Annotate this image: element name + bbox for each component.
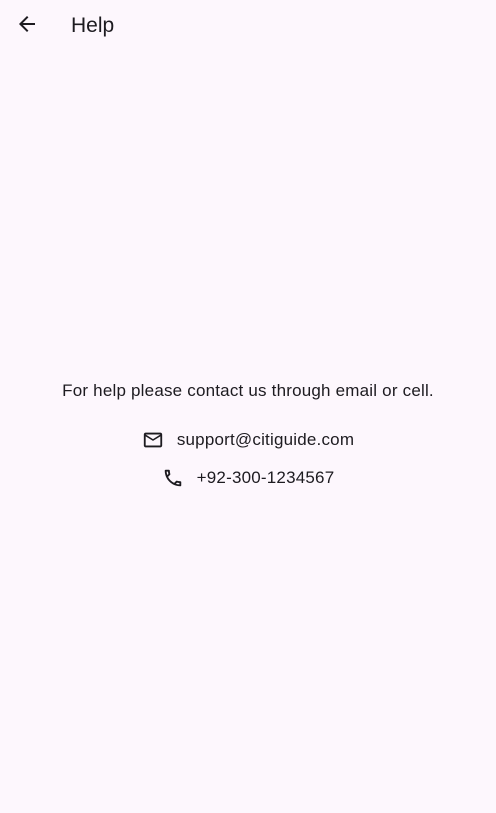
phone-icon <box>162 467 184 489</box>
phone-contact[interactable]: +92-300-1234567 <box>0 466 496 490</box>
email-contact[interactable]: support@citiguide.com <box>0 428 496 452</box>
help-message: For help please contact us through email… <box>62 381 434 400</box>
email-address: support@citiguide.com <box>176 430 355 449</box>
page-title: Help <box>71 14 115 37</box>
back-button[interactable] <box>7 6 47 46</box>
mail-icon <box>142 429 164 451</box>
phone-number: +92-300-1234567 <box>196 468 335 487</box>
help-screen: Help For help please contact us through … <box>0 0 496 813</box>
app-bar: Help <box>0 0 496 52</box>
arrow-back-icon <box>15 12 39 41</box>
help-content: For help please contact us through email… <box>0 378 496 490</box>
